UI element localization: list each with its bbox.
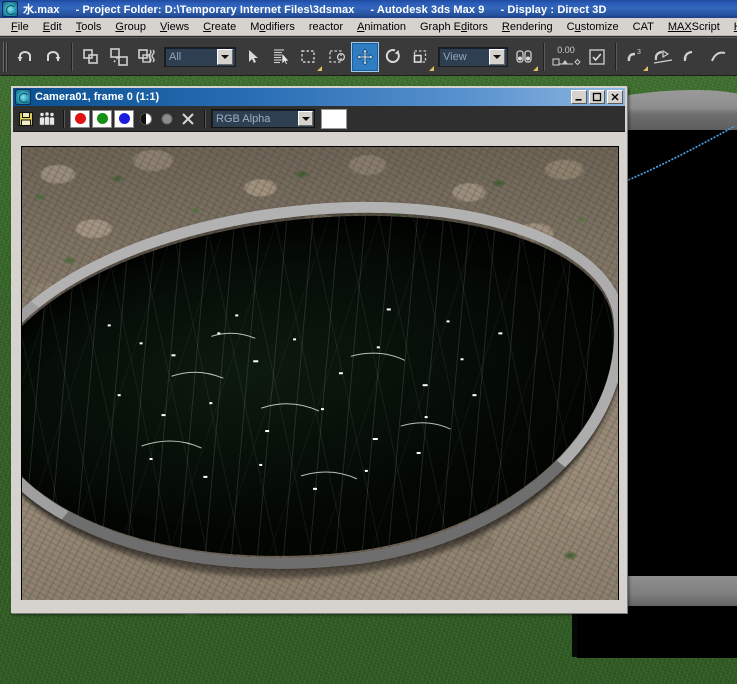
reference-coordinate-system-combo[interactable]: View: [438, 47, 508, 67]
mirror-icon[interactable]: [649, 42, 677, 72]
toolbar-separator: [615, 43, 617, 71]
titlebar-product-name: - Autodesk 3ds Max 9: [370, 4, 484, 16]
menu-animation[interactable]: Animation: [350, 20, 413, 34]
render-image-canvas[interactable]: [21, 146, 619, 602]
select-and-link-icon[interactable]: [77, 42, 105, 72]
rendered-frame-window[interactable]: Camera01, frame 0 (1:1): [11, 86, 627, 613]
render-window-titlebar[interactable]: Camera01, frame 0 (1:1): [13, 88, 625, 106]
render-window-toolbar: RGB Alpha: [13, 106, 625, 132]
render-toolbar-separator: [63, 110, 65, 128]
rendered-pond-image: [22, 147, 618, 601]
titlebar-display-driver: - Display : Direct 3D: [501, 4, 607, 16]
titlebar-filename: 水.max: [23, 4, 60, 16]
select-by-name-icon[interactable]: [267, 42, 295, 72]
monochrome-icon[interactable]: [157, 109, 177, 129]
close-button[interactable]: [607, 90, 623, 104]
3dsmax-app-icon: [15, 89, 31, 105]
channel-selector-value: RGB Alpha: [212, 113, 298, 125]
chevron-down-icon[interactable]: [217, 49, 233, 65]
svg-text:3: 3: [637, 49, 641, 56]
menu-file[interactable]: File: [4, 20, 36, 34]
chevron-down-icon[interactable]: [489, 49, 505, 65]
render-window-statusbar: [13, 600, 625, 611]
snap-value-text: 0.00: [557, 46, 575, 55]
undo-icon[interactable]: [11, 42, 39, 72]
menu-customize[interactable]: Customize: [560, 20, 626, 34]
toolbar-separator: [71, 43, 73, 71]
render-window-buttons: [571, 90, 625, 104]
chevron-down-icon[interactable]: [298, 111, 313, 126]
select-and-uniform-scale-icon[interactable]: [407, 42, 435, 72]
menu-maxscript[interactable]: MAXScript: [661, 20, 727, 34]
curve-editor-icon[interactable]: [705, 42, 733, 72]
render-toolbar-separator: [204, 110, 206, 128]
menu-tools[interactable]: Tools: [69, 20, 109, 34]
color-swatch[interactable]: [321, 109, 347, 129]
toolbar-grip[interactable]: [3, 42, 9, 72]
select-and-rotate-icon[interactable]: [379, 42, 407, 72]
percent-snap-toggle-icon[interactable]: 3: [621, 42, 649, 72]
menu-views[interactable]: Views: [153, 20, 196, 34]
render-window-title: Camera01, frame 0 (1:1): [35, 91, 571, 103]
main-toolbar: All: [0, 37, 737, 76]
enable-red-channel-icon[interactable]: [70, 110, 90, 128]
selection-filter-value: All: [165, 51, 217, 63]
channel-selector-combo[interactable]: RGB Alpha: [211, 109, 315, 128]
toolbar-separator: [543, 43, 545, 71]
menu-graph-editors[interactable]: Graph Editors: [413, 20, 495, 34]
align-icon[interactable]: [677, 42, 705, 72]
select-and-move-icon[interactable]: [351, 42, 379, 72]
enable-blue-channel-icon[interactable]: [114, 110, 134, 128]
menu-modifiers[interactable]: Modifiers: [243, 20, 302, 34]
enable-green-channel-icon[interactable]: [92, 110, 112, 128]
selection-filter-combo[interactable]: All: [164, 47, 236, 67]
select-object-icon[interactable]: [239, 42, 267, 72]
3dsmax-application-window: 水.max - Project Folder: D:\Temporary Inte…: [0, 0, 737, 684]
menu-group[interactable]: Group: [108, 20, 153, 34]
use-pivot-point-center-icon[interactable]: [511, 42, 539, 72]
main-menubar: File Edit Tools Group Views Create Modif…: [0, 18, 737, 36]
menu-help[interactable]: Help: [727, 20, 737, 34]
maximize-button[interactable]: [589, 90, 605, 104]
menu-rendering[interactable]: Rendering: [495, 20, 560, 34]
angle-snap-toggle-icon[interactable]: [583, 42, 611, 72]
bind-to-space-warp-icon[interactable]: [133, 42, 161, 72]
unlink-selection-icon[interactable]: [105, 42, 133, 72]
clear-icon[interactable]: [178, 109, 198, 129]
save-bitmap-icon[interactable]: [16, 109, 36, 129]
menu-create[interactable]: Create: [196, 20, 243, 34]
titlebar-text-group: 水.max - Project Folder: D:\Temporary Inte…: [23, 1, 623, 17]
snap-value-display[interactable]: 0.00: [549, 42, 583, 72]
clone-rendered-frame-window-icon[interactable]: [37, 109, 57, 129]
window-crossing-icon[interactable]: [323, 42, 351, 72]
menu-edit[interactable]: Edit: [36, 20, 69, 34]
3dsmax-app-icon: [2, 1, 18, 17]
application-titlebar: 水.max - Project Folder: D:\Temporary Inte…: [0, 0, 737, 18]
rectangular-selection-region-icon[interactable]: [295, 42, 323, 72]
titlebar-project-folder: - Project Folder: D:\Temporary Internet …: [76, 4, 355, 16]
menu-reactor[interactable]: reactor: [302, 20, 350, 34]
reference-coordinate-system-value: View: [439, 51, 489, 63]
display-alpha-channel-icon[interactable]: [136, 109, 156, 129]
redo-icon[interactable]: [39, 42, 67, 72]
menu-cat[interactable]: CAT: [626, 20, 661, 34]
minimize-button[interactable]: [571, 90, 587, 104]
